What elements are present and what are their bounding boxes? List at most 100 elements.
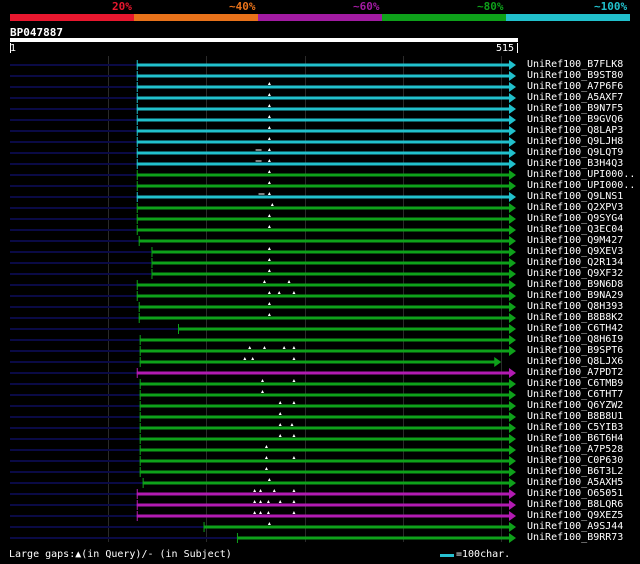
hit-label[interactable]: UniRef100_Q8LAP3 xyxy=(527,125,623,136)
hit-label[interactable]: UniRef100_Q2XPV3 xyxy=(527,202,623,213)
hit-label[interactable]: UniRef100_B9GVQ6 xyxy=(527,114,623,125)
hit-label[interactable]: UniRef100_C0P630 xyxy=(527,455,623,466)
hit-label[interactable]: UniRef100_UPI000.. xyxy=(527,180,635,191)
hit-label[interactable]: UniRef100_B8B8K2 xyxy=(527,312,623,323)
aligned-end-arrow xyxy=(509,181,516,191)
query-gap-marker xyxy=(290,423,294,426)
query-gap-marker xyxy=(267,247,271,250)
hit-label[interactable]: UniRef100_Q9LNS1 xyxy=(527,191,623,202)
hit-label[interactable]: UniRef100_B9RR73 xyxy=(527,532,623,543)
query-gap-marker xyxy=(251,357,255,360)
hit-label[interactable]: UniRef100_A7P528 xyxy=(527,444,623,455)
hit-label[interactable]: UniRef100_C6TH42 xyxy=(527,323,623,334)
hit-label[interactable]: UniRef100_B9N7F5 xyxy=(527,103,623,114)
query-gap-marker xyxy=(292,511,296,514)
query-gap-marker xyxy=(253,500,257,503)
hit-label[interactable]: UniRef100_B6T3L2 xyxy=(527,466,623,477)
aligned-end-arrow xyxy=(509,203,516,213)
query-gap-marker xyxy=(267,93,271,96)
query-gap-marker xyxy=(267,115,271,118)
aligned-end-arrow xyxy=(509,170,516,180)
hit-label[interactable]: UniRef100_Q9LJH8 xyxy=(527,136,623,147)
query-gap-marker xyxy=(278,412,282,415)
query-gap-marker xyxy=(292,291,296,294)
aligned-end-arrow xyxy=(509,93,516,103)
query-gap-marker xyxy=(259,500,263,503)
query-gap-marker xyxy=(287,280,291,283)
aligned-end-arrow xyxy=(509,192,516,202)
hit-label[interactable]: UniRef100_Q8LJX6 xyxy=(527,356,623,367)
query-gap-marker xyxy=(267,291,271,294)
hit-label[interactable]: UniRef100_C5YIB3 xyxy=(527,422,623,433)
query-gap-marker xyxy=(266,511,270,514)
hit-label[interactable]: UniRef100_B8LQR6 xyxy=(527,499,623,510)
hit-label[interactable]: UniRef100_B8B8U1 xyxy=(527,411,623,422)
query-gap-marker xyxy=(267,258,271,261)
query-gap-marker xyxy=(267,192,271,195)
hit-label[interactable]: UniRef100_Q2R134 xyxy=(527,257,623,268)
aligned-end-arrow xyxy=(509,412,516,422)
aligned-end-arrow xyxy=(509,456,516,466)
query-gap-marker xyxy=(261,390,264,393)
hit-label[interactable]: UniRef100_B9ST80 xyxy=(527,70,623,81)
query-gap-marker xyxy=(278,401,282,404)
hit-label[interactable]: UniRef100_C6THT7 xyxy=(527,389,623,400)
hit-label[interactable]: UniRef100_Q8H6I9 xyxy=(527,334,623,345)
query-gap-marker xyxy=(253,489,257,492)
aligned-end-arrow xyxy=(509,445,516,455)
hit-label[interactable]: UniRef100_O65051 xyxy=(527,488,623,499)
query-gap-marker xyxy=(292,401,296,404)
query-gap-marker xyxy=(292,489,296,492)
hit-label[interactable]: UniRef100_B9N6D8 xyxy=(527,279,623,290)
aligned-end-arrow xyxy=(509,291,516,301)
aligned-end-arrow xyxy=(509,313,516,323)
query-gap-marker xyxy=(282,346,286,349)
query-gap-marker xyxy=(266,500,270,503)
aligned-end-arrow xyxy=(509,148,516,158)
query-gap-marker xyxy=(278,423,282,426)
gaps-legend: Large gaps:▲(in Query)/- (in Subject) xyxy=(9,549,232,560)
hit-label[interactable]: UniRef100_Q9SYG4 xyxy=(527,213,623,224)
aligned-end-arrow xyxy=(509,60,516,70)
query-gap-marker xyxy=(267,181,271,184)
aligned-end-arrow xyxy=(509,82,516,92)
hit-label[interactable]: UniRef100_A7P6F6 xyxy=(527,81,623,92)
hit-label[interactable]: UniRef100_Q9M427 xyxy=(527,235,623,246)
query-gap-marker xyxy=(267,104,271,107)
hit-label[interactable]: UniRef100_A5AXH5 xyxy=(527,477,623,488)
aligned-end-arrow xyxy=(509,500,516,510)
hit-label[interactable]: UniRef100_B9NA29 xyxy=(527,290,623,301)
aligned-end-arrow xyxy=(509,324,516,334)
hit-label[interactable]: UniRef100_Q6YZW2 xyxy=(527,400,623,411)
hit-label[interactable]: UniRef100_B7FLK8 xyxy=(527,59,623,70)
query-gap-marker xyxy=(272,489,276,492)
hit-label[interactable]: UniRef100_B9SPT6 xyxy=(527,345,623,356)
hit-label[interactable]: UniRef100_Q8H393 xyxy=(527,301,623,312)
query-gap-marker xyxy=(261,379,264,382)
scale-label: =100char. xyxy=(456,549,511,560)
query-gap-marker xyxy=(270,203,274,206)
aligned-end-arrow xyxy=(509,467,516,477)
hit-label[interactable]: UniRef100_Q9XEV3 xyxy=(527,246,623,257)
hit-label[interactable]: UniRef100_Q3EC04 xyxy=(527,224,623,235)
hit-label[interactable]: UniRef100_Q9XEZ5 xyxy=(527,510,623,521)
aligned-end-arrow xyxy=(509,379,516,389)
hit-label[interactable]: UniRef100_C6TMB9 xyxy=(527,378,623,389)
query-gap-marker xyxy=(267,137,271,140)
query-gap-marker xyxy=(264,445,268,448)
query-gap-marker xyxy=(278,500,282,503)
query-gap-marker xyxy=(292,346,296,349)
hit-label[interactable]: UniRef100_UPI000.. xyxy=(527,169,635,180)
hit-label[interactable]: UniRef100_Q9XF32 xyxy=(527,268,623,279)
hit-label[interactable]: UniRef100_B6T6H4 xyxy=(527,433,623,444)
hit-label[interactable]: UniRef100_A7PDT2 xyxy=(527,367,623,378)
aligned-end-arrow xyxy=(509,225,516,235)
hit-label[interactable]: UniRef100_A5AXF7 xyxy=(527,92,623,103)
hit-label[interactable]: UniRef100_A9SJ44 xyxy=(527,521,623,532)
hit-label[interactable]: UniRef100_B3H4Q3 xyxy=(527,158,623,169)
hit-label[interactable]: UniRef100_Q9LQT9 xyxy=(527,147,623,158)
query-gap-marker xyxy=(262,346,266,349)
aligned-end-arrow xyxy=(509,401,516,411)
aligned-end-arrow xyxy=(509,302,516,312)
aligned-end-arrow xyxy=(509,137,516,147)
